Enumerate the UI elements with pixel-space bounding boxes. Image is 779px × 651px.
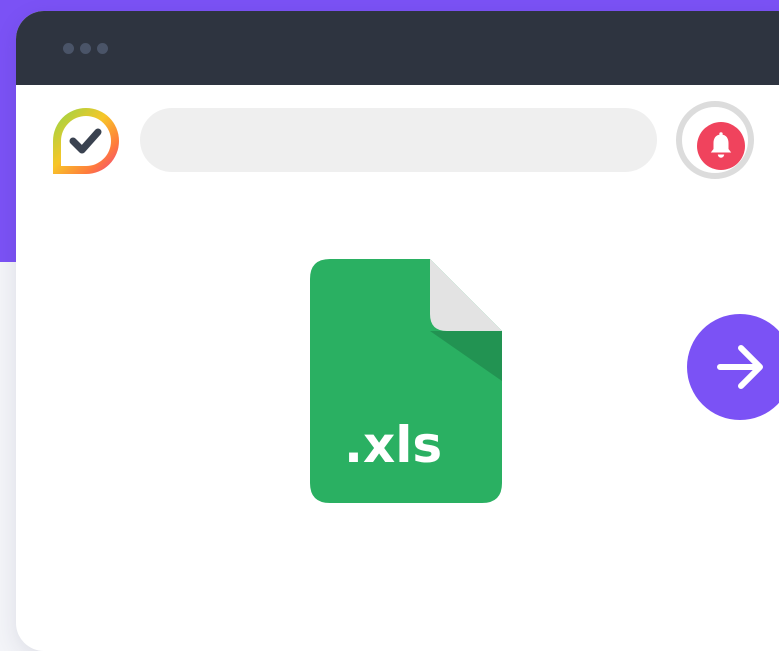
bell-icon bbox=[697, 122, 745, 170]
notification-button[interactable] bbox=[676, 101, 754, 179]
arrow-right-icon bbox=[687, 345, 779, 423]
search-input[interactable] bbox=[140, 108, 657, 172]
xls-file-icon[interactable]: .xls bbox=[310, 259, 502, 508]
file-extension-label: .xls bbox=[344, 416, 442, 474]
window-dot-icon[interactable] bbox=[80, 43, 91, 54]
window-dot-icon[interactable] bbox=[63, 43, 74, 54]
browser-window: .xls bbox=[16, 11, 779, 651]
window-dot-icon[interactable] bbox=[97, 43, 108, 54]
window-titlebar bbox=[16, 11, 779, 85]
checkmark-logo-icon[interactable] bbox=[53, 108, 119, 179]
next-arrow-button[interactable] bbox=[687, 314, 779, 420]
